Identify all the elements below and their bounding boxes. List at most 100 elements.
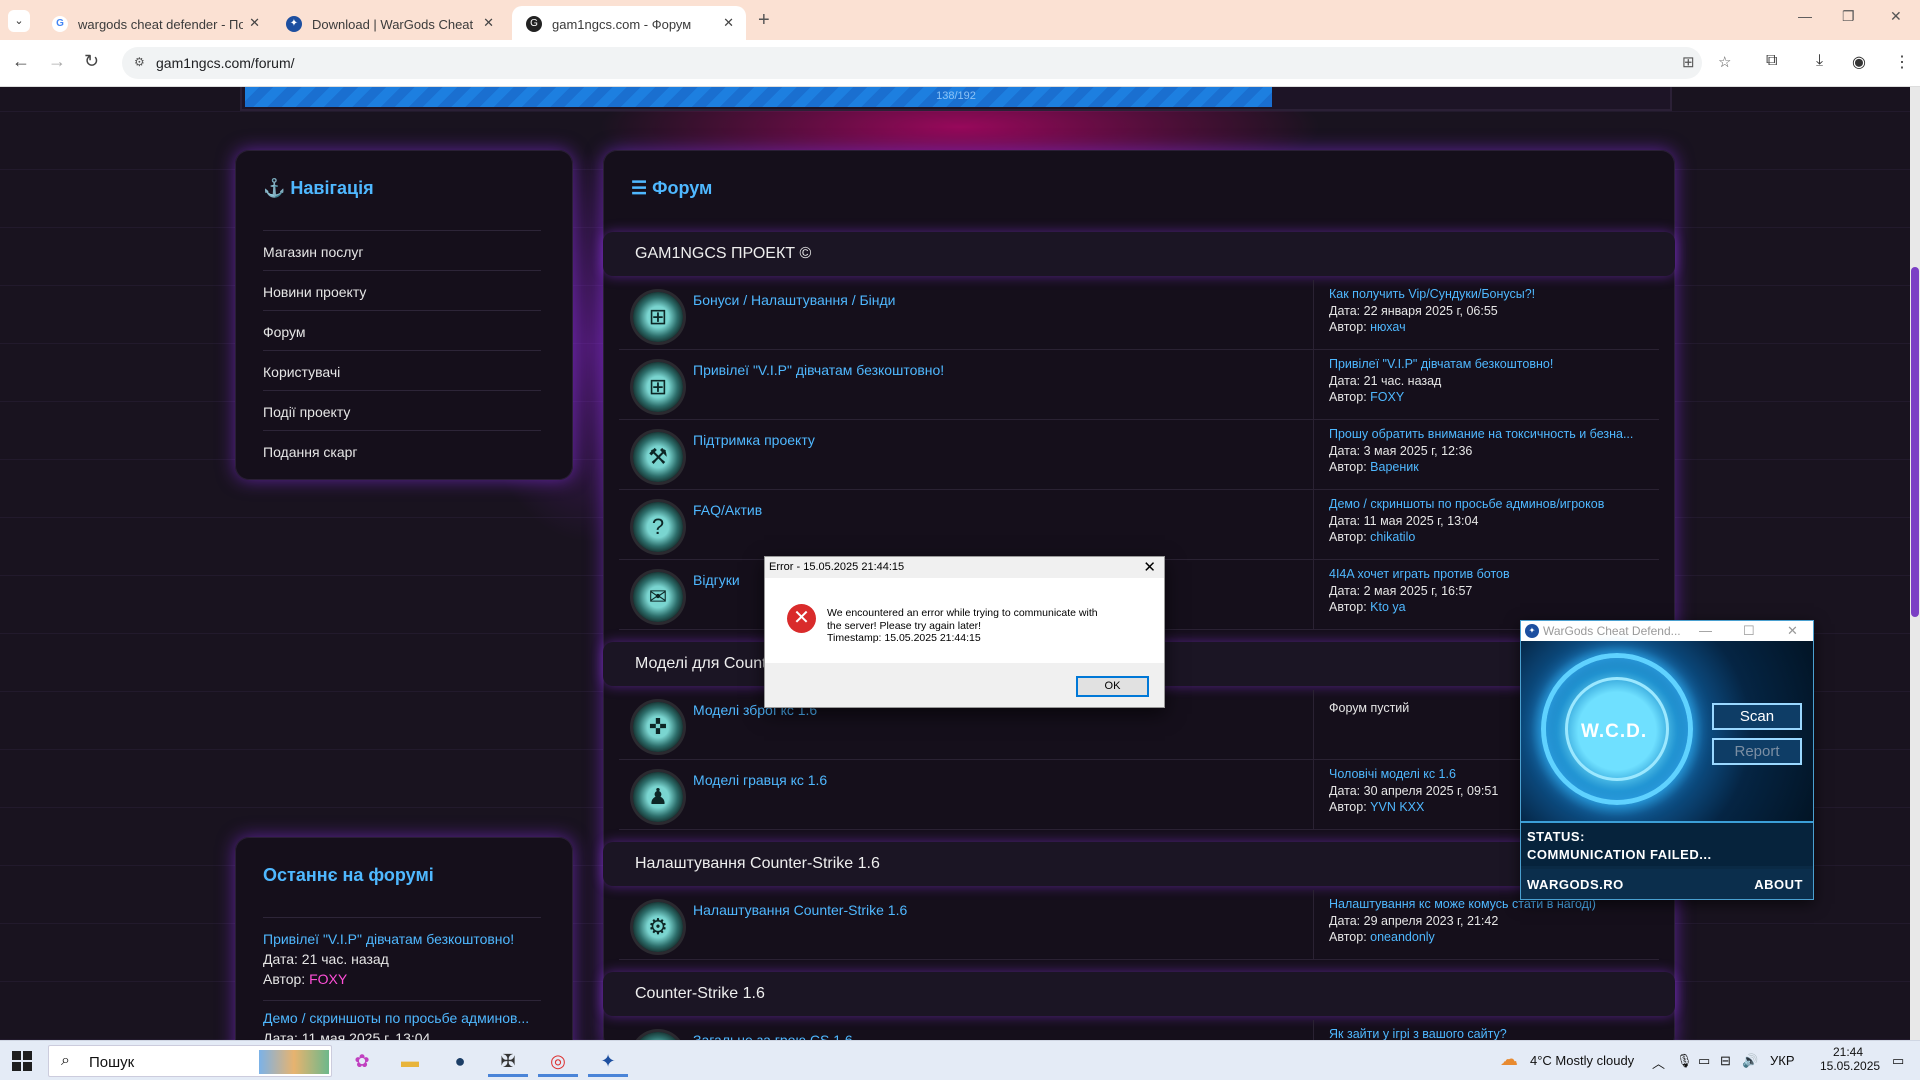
last-post-date: Дата: 2 мая 2025 г, 16:57 [1329,583,1473,598]
forum-last-post: Як зайти у ігрі з вашого сайту?Дата: 16 … [1329,1026,1649,1040]
tab-gam1ngcs-forum[interactable]: G gam1ngcs.com - Форум ✕ [512,6,746,40]
battery-icon[interactable]: ▭ [1698,1053,1710,1069]
forum-row: ✎ Загальне за грою CS 1.6 Як зайти у ігрі … [619,1020,1659,1040]
error-dialog-body: ✕ We encountered an error while trying t… [765,578,1164,663]
last-post-title[interactable]: Как получить Vip/Сундуки/Бонусы?! [1329,286,1649,303]
forward-icon[interactable]: → [48,51,66,72]
reload-icon[interactable]: ↻ [84,51,99,72]
nav-item-users[interactable]: Користувачі [263,350,541,390]
forum-section-title[interactable]: Підтримка проекту [693,432,815,448]
last-post-author[interactable]: YVN KXX [1370,800,1424,814]
close-tab-icon[interactable]: ✕ [483,15,494,31]
column-divider [1313,280,1314,350]
forum-section-title[interactable]: Загальне за грою CS 1.6 [693,1032,853,1040]
volume-icon[interactable]: 🔊 [1742,1053,1758,1069]
error-x-icon: ✕ [787,604,816,633]
close-window-icon[interactable]: ✕ [1890,8,1902,25]
page-scrollbar[interactable] [1910,87,1920,1040]
network-icon[interactable]: ⊟ [1720,1053,1731,1069]
forum-section-title[interactable]: Бонуси / Налаштування / Бінди [693,292,896,308]
back-icon[interactable]: ← [12,51,30,72]
last-post-title[interactable]: Демо / скриншоты по просьбе админов/игро… [1329,496,1649,513]
forum-section-icon: ✎ [633,1032,683,1040]
nav-item-complaints[interactable]: Подання скарг [263,430,541,470]
latest-item-author[interactable]: FOXY [309,971,347,987]
last-post-author[interactable]: chikatilo [1370,530,1415,544]
tray-chevron-icon[interactable]: ︿ [1652,1053,1665,1072]
scrollbar-thumb[interactable] [1911,267,1919,617]
last-post-author[interactable]: FOXY [1370,390,1404,404]
forum-section-icon: ⚒ [633,432,683,482]
counter-strike-icon[interactable]: ✠ [488,1045,528,1077]
report-button[interactable]: Report [1712,738,1802,765]
forum-section-icon: ⚙ [633,902,683,952]
last-post-author-line: Автор: oneandonly [1329,930,1435,944]
close-tab-icon[interactable]: ✕ [723,15,734,31]
minimize-icon[interactable]: — [1699,623,1712,638]
copilot-icon[interactable]: ✿ [342,1045,382,1077]
wargods-taskbar-icon[interactable]: ✦ [588,1045,628,1077]
file-explorer-icon[interactable]: ▬ [390,1045,430,1077]
chrome-icon[interactable]: ◎ [538,1045,578,1077]
translate-icon[interactable]: ⊞ [1682,53,1695,71]
profile-avatar[interactable]: ◉ [1852,52,1866,72]
minimize-icon[interactable]: — [1798,8,1812,24]
last-post-author[interactable]: Kto ya [1370,600,1405,614]
close-tab-icon[interactable]: ✕ [249,15,260,31]
last-post-author[interactable]: нюхач [1370,320,1405,334]
forum-section-title[interactable]: Моделі гравця кс 1.6 [693,772,827,788]
restore-icon[interactable]: ❐ [1842,8,1855,25]
steam-icon[interactable]: ● [440,1045,480,1077]
weather-icon[interactable]: ☁ [1500,1049,1518,1070]
forum-section-title[interactable]: Відгуки [693,572,740,588]
last-post-title[interactable]: Прошу обратить внимание на токсичность и… [1329,426,1649,443]
site-info-icon[interactable]: ⚙ [134,55,145,69]
last-post-date: Дата: 21 час. назад [1329,373,1442,388]
notifications-icon[interactable]: ▭ [1892,1053,1904,1069]
last-post-author[interactable]: Вареник [1370,460,1419,474]
tab-wargods-download[interactable]: ✦ Download | WarGods Cheat Defender ✕ [272,6,506,40]
downloads-icon[interactable]: ⤓ [1816,52,1823,70]
forum-section-title[interactable]: FAQ/Актив [693,502,762,518]
forum-section-title[interactable]: Налаштування Counter-Strike 1.6 [693,902,907,918]
close-icon[interactable]: ✕ [1787,623,1798,639]
weather-text[interactable]: 4°C Mostly cloudy [1530,1053,1634,1068]
progress-bar: 138/192 [240,87,1672,111]
extensions-icon[interactable]: ⧉ [1766,52,1777,70]
menu-icon[interactable]: ⋮ [1894,52,1910,72]
windows-start-icon[interactable] [12,1051,32,1071]
wcd-about-link[interactable]: ABOUT [1754,877,1803,892]
wcd-site-link[interactable]: WARGODS.RO [1527,877,1624,892]
latest-item-title[interactable]: Демо / скриншоты по просьбе админов... [263,1008,553,1028]
last-post-title[interactable]: Як зайти у ігрі з вашого сайту? [1329,1026,1649,1040]
tab-google-search[interactable]: G wargods cheat defender - Пошук ✕ [38,6,272,40]
new-tab-icon[interactable]: + [758,9,770,32]
navigation-panel: ⚓ Навігація Магазин послуг Новини проект… [235,150,573,480]
close-icon[interactable]: ✕ [1143,558,1156,576]
last-post-title[interactable]: 4I4A хочет играть против ботов [1329,566,1649,583]
navigation-title: ⚓ Навігація [263,178,374,198]
forum-section-title[interactable]: Привілеї "V.I.P" дівчатам безкоштовно! [693,362,944,378]
latest-item-title[interactable]: Привілеї "V.I.P" дівчатам безкоштовно! [263,929,553,949]
nav-item-events[interactable]: Події проекту [263,390,541,430]
last-post-author-line: Автор: FOXY [1329,390,1405,404]
taskbar-clock[interactable]: 21:44 15.05.2025 [1820,1045,1880,1073]
maximize-icon[interactable]: ☐ [1743,623,1755,639]
last-post-author[interactable]: oneandonly [1370,930,1435,944]
tab-title: wargods cheat defender - Пошук [78,17,243,32]
microphone-icon[interactable]: 🎙 [1676,1053,1693,1069]
nav-item-news[interactable]: Новини проекту [263,270,541,310]
scan-button[interactable]: Scan [1712,703,1802,730]
bookmark-star-icon[interactable]: ☆ [1718,53,1731,71]
taskbar-search[interactable]: ⌕ Пошук [48,1045,332,1077]
last-post-title[interactable]: Привілеї "V.I.P" дівчатам безкоштовно! [1329,356,1649,373]
column-divider [1313,690,1314,760]
ok-button[interactable]: OK [1076,676,1149,697]
nav-item-shop[interactable]: Магазин послуг [263,230,541,270]
address-bar[interactable]: ⚙ gam1ngcs.com/forum/ ⊞ ☆ [122,47,1731,79]
language-indicator[interactable]: УКР [1770,1053,1795,1068]
tab-search-icon[interactable]: ⌄ [8,10,30,32]
wargods-icon: ✦ [286,16,302,32]
nav-item-forum[interactable]: Форум [263,310,541,350]
list-icon: ☰ [631,178,653,198]
